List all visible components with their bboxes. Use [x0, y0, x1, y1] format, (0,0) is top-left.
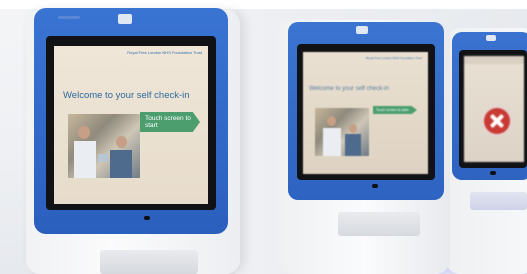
kiosk-1-trust-name: Royal Free London NHS Foundation Trust [127, 50, 202, 55]
kiosk-1-welcome-text: Welcome to your self check-in [63, 90, 190, 101]
kiosk-3-scanner-slot [470, 192, 527, 210]
kiosk-1-touch-to-start-button[interactable]: Touch screen to start [140, 112, 200, 132]
kiosk-3-camera [486, 35, 496, 41]
kiosk-1-photo [68, 114, 140, 178]
kiosk-2-trust-name: Royal Free London NHS Foundation Trust [365, 56, 422, 60]
kiosk-2-scanner-slot [338, 212, 420, 236]
kiosk-1-screen[interactable]: Royal Free London NHS Foundation Trust W… [54, 46, 208, 204]
kiosk-2-camera [356, 26, 368, 34]
kiosk-2-photo [315, 108, 369, 156]
kiosk-row-scene: Royal Free London NHS Foundation Trust W… [0, 0, 527, 274]
kiosk-1-speaker-grille [58, 16, 80, 19]
kiosk-3-screen-topbar [464, 56, 524, 64]
kiosk-2-touch-to-start-button[interactable]: Touch screen to start [373, 106, 417, 114]
x-cross-icon [484, 108, 510, 134]
kiosk-2-sensor-dot [372, 184, 378, 188]
kiosk-1-camera [118, 14, 132, 24]
kiosk-1-scanner-slot [100, 250, 198, 274]
kiosk-2-screen[interactable]: Royal Free London NHS Foundation Trust W… [303, 52, 428, 174]
kiosk-3-sensor-dot [490, 171, 496, 175]
kiosk-2-welcome-text: Welcome to your self check-in [309, 86, 389, 92]
kiosk-1-sensor-dot [144, 216, 150, 220]
kiosk-3-screen[interactable] [464, 56, 524, 162]
